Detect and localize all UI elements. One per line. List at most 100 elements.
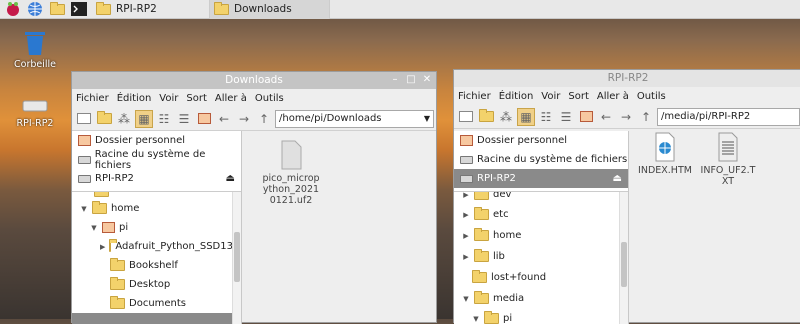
task-rpi-rp2[interactable]: RPI-RP2 [92,0,210,19]
new-folder-icon[interactable] [95,110,113,128]
place-root[interactable]: Racine du système de fichiers [72,149,241,171]
menu-aller[interactable]: Aller à [597,91,629,102]
home-icon[interactable] [195,110,213,128]
chevron-right-icon[interactable]: ▶ [462,211,470,219]
menu-voir[interactable]: Voir [159,93,178,104]
tree-item-documents[interactable]: Documents [72,294,241,313]
file-manager-icon[interactable] [48,0,66,18]
compact-view-icon[interactable]: ☷ [155,110,173,128]
browser-icon[interactable] [26,0,44,18]
task-downloads[interactable]: Downloads [210,0,330,19]
back-arrow-icon[interactable]: ← [215,110,233,128]
compact-view-icon[interactable]: ☷ [537,108,555,126]
tree-item-home[interactable]: ▼ home [72,199,241,218]
menubar: Fichier Édition Voir Sort Aller à Outils [454,87,800,105]
eject-icon[interactable]: ⏏ [613,173,622,184]
chevron-right-icon[interactable]: ▶ [462,232,470,240]
forward-arrow-icon[interactable]: → [617,108,635,126]
chevron-right-icon[interactable]: ▶ [462,253,470,261]
desktop-icon-trash[interactable]: Corbeille [8,28,62,70]
back-arrow-icon[interactable]: ← [597,108,615,126]
menu-edition[interactable]: Édition [499,91,534,102]
raspberry-menu-icon[interactable] [4,0,22,18]
tree-item-dev[interactable]: ▶ dev [454,192,628,204]
folder-icon [214,1,229,15]
terminal-icon[interactable] [70,0,88,18]
tree-item-media[interactable]: ▼ media [454,288,628,309]
place-rpi-rp2[interactable]: RPI-RP2 ⏏ [454,169,628,188]
tree-item-lib[interactable]: ▶ lib [454,246,628,267]
tree-item[interactable] [72,192,241,199]
up-arrow-icon[interactable]: ↑ [255,110,273,128]
eject-icon[interactable]: ⏏ [226,173,235,184]
window-titlebar[interactable]: Downloads – □ ✕ [72,72,436,89]
tree-item-lost-found[interactable]: lost+found [454,267,628,288]
home-icon [78,135,91,146]
home-icon[interactable] [577,108,595,126]
chevron-down-icon[interactable]: ▼ [424,114,430,123]
icon-view-icon[interactable]: ▦ [135,109,153,128]
file-item-uf2[interactable]: pico_microp ython_2021 0121.uf2 [260,140,322,206]
filter-icon[interactable]: ⁂ [115,110,133,128]
tree-scrollbar[interactable] [232,192,241,324]
close-icon[interactable]: ✕ [421,74,433,86]
web-file-icon [655,132,675,162]
menu-aller[interactable]: Aller à [215,93,247,104]
menu-outils[interactable]: Outils [637,91,666,102]
drive-icon [78,174,91,183]
window-titlebar[interactable]: RPI-RP2 [454,70,800,87]
place-rpi-rp2[interactable]: RPI-RP2 ⏏ [72,169,241,188]
drive-icon [78,155,91,164]
menu-fichier[interactable]: Fichier [458,91,491,102]
chevron-right-icon[interactable]: ▶ [100,243,105,251]
forward-arrow-icon[interactable]: → [235,110,253,128]
chevron-down-icon[interactable]: ▼ [80,205,88,213]
home-icon [102,222,115,233]
desktop-icon-rpi-rp2[interactable]: RPI-RP2 [8,95,62,129]
taskbar: RPI-RP2 Downloads [0,0,800,19]
tree-item-etc[interactable]: ▶ etc [454,204,628,225]
place-home[interactable]: Dossier personnel [454,131,628,150]
new-folder-icon[interactable] [477,108,495,126]
menu-voir[interactable]: Voir [541,91,560,102]
menu-sort[interactable]: Sort [186,93,207,104]
path-input[interactable]: /home/pi/Downloads ▼ [275,109,434,128]
folder-icon [49,1,65,15]
tree-item-pi[interactable]: ▼ pi [72,218,241,237]
new-tab-icon[interactable] [457,108,475,126]
menu-outils[interactable]: Outils [255,93,284,104]
file-item-info-uf2[interactable]: INFO_UF2.T XT [698,132,758,187]
path-input[interactable]: /media/pi/RPI-RP2 [657,107,800,126]
tree-item-pi[interactable]: ▼ pi [454,309,628,324]
tree-item-home[interactable]: ▶ home [454,225,628,246]
up-arrow-icon[interactable]: ↑ [637,108,655,126]
minimize-icon[interactable]: – [389,74,401,86]
window-rpi-rp2: RPI-RP2 Fichier Édition Voir Sort Aller … [453,69,800,324]
folder-icon [474,291,489,304]
list-view-icon[interactable]: ☰ [557,108,575,126]
file-item-index-htm[interactable]: INDEX.HTM [637,132,693,176]
chevron-down-icon[interactable]: ▼ [90,224,98,232]
menu-fichier[interactable]: Fichier [76,93,109,104]
chevron-down-icon[interactable]: ▼ [462,295,470,303]
menu-edition[interactable]: Édition [117,93,152,104]
menu-sort[interactable]: Sort [568,91,589,102]
folder-icon [474,207,489,220]
new-tab-icon[interactable] [75,110,93,128]
folder-icon [92,201,107,214]
maximize-icon[interactable]: □ [405,74,417,86]
tree-item-bookshelf[interactable]: Bookshelf [72,256,241,275]
chevron-right-icon[interactable]: ▶ [462,192,470,199]
place-home[interactable]: Dossier personnel [72,131,241,150]
tree-item-adafruit[interactable]: ▶ Adafruit_Python_SSD1306 [72,237,241,256]
icon-view-icon[interactable]: ▦ [517,107,535,126]
filter-icon[interactable]: ⁂ [497,108,515,126]
place-root[interactable]: Racine du système de fichiers [454,150,628,169]
tree-item-desktop[interactable]: Desktop [72,275,241,294]
list-view-icon[interactable]: ☰ [175,110,193,128]
menubar: Fichier Édition Voir Sort Aller à Outils [72,89,436,107]
tree-scrollbar[interactable] [619,192,628,324]
toolbar: ⁂ ▦ ☷ ☰ ← → ↑ /home/pi/Downloads ▼ [72,107,436,131]
file-icon [281,140,302,170]
toolbar: ⁂ ▦ ☷ ☰ ← → ↑ /media/pi/RPI-RP2 [454,105,800,129]
